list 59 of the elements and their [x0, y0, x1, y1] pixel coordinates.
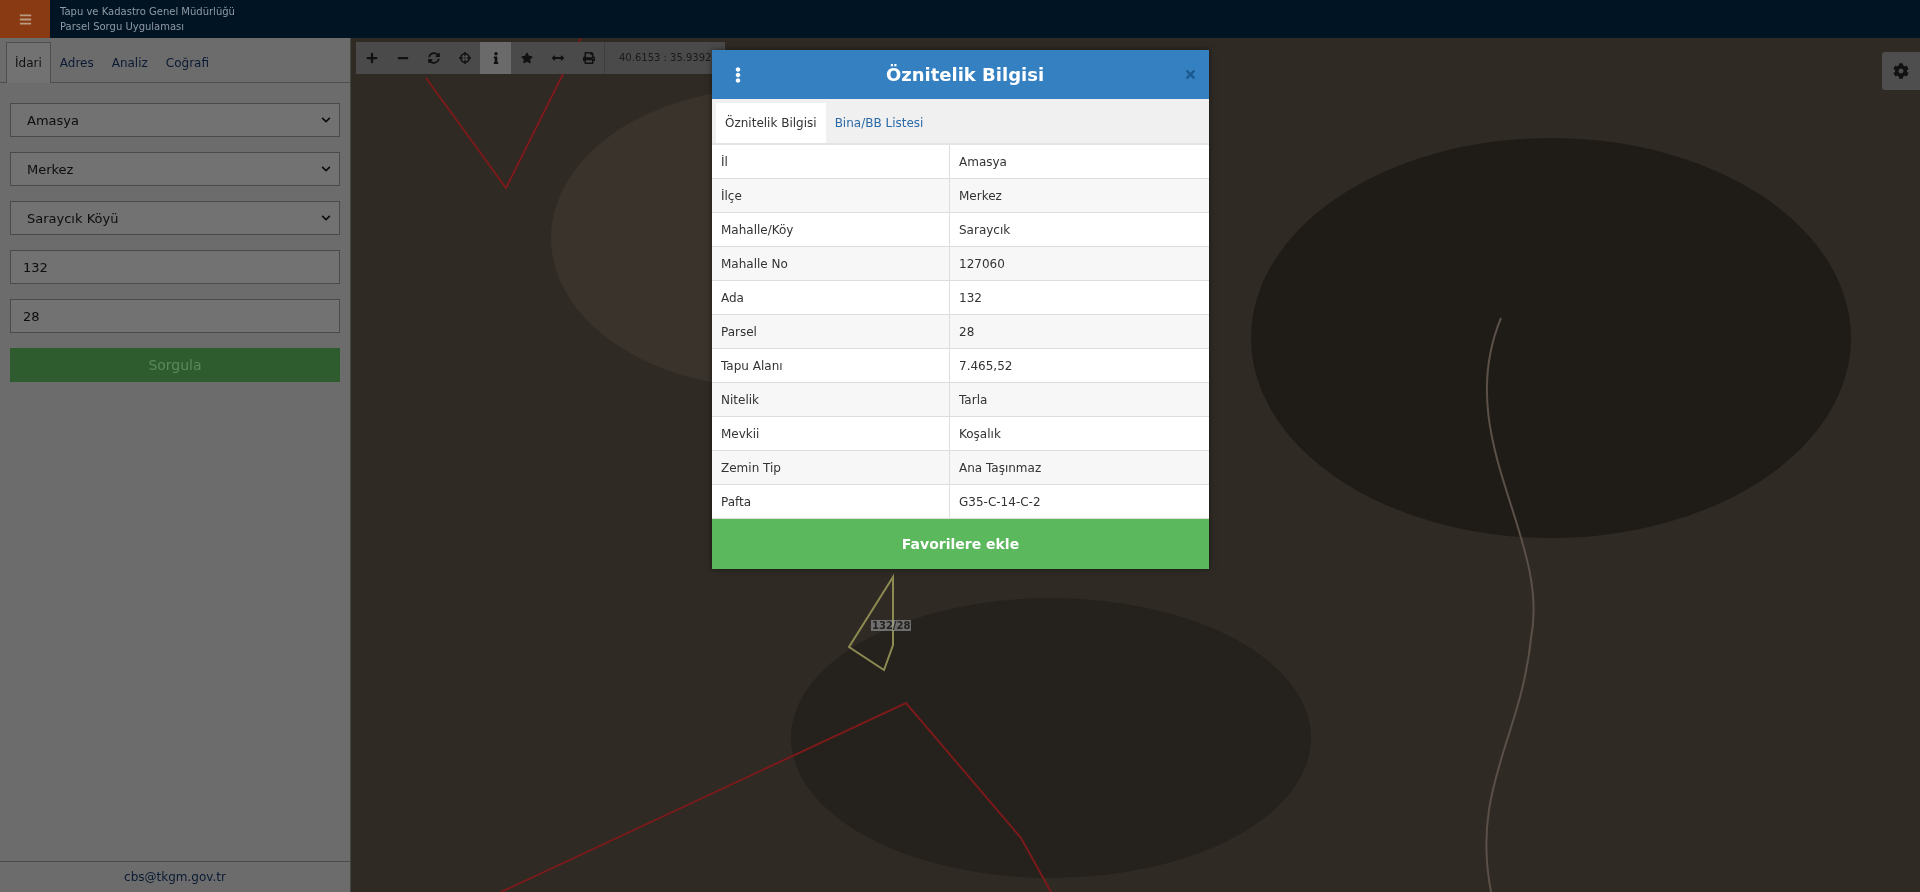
crosshair-icon [458, 52, 471, 64]
input-field[interactable]: 28 [10, 299, 340, 333]
refresh-icon [427, 52, 440, 64]
app-title: Parsel Sorgu Uygulaması [60, 20, 186, 34]
add-favorites-button[interactable]: Favorilere ekle [712, 519, 1209, 569]
plus-icon [365, 52, 378, 64]
attribute-value: 127060 [950, 247, 1209, 281]
settings-button[interactable] [1882, 52, 1920, 90]
dropdown-field[interactable]: Saraycık Köyü [10, 201, 340, 235]
attribute-label: Parsel [712, 315, 950, 349]
chevron-icon [321, 213, 331, 223]
attribute-label: İlçe [712, 179, 950, 213]
sidebar-tab[interactable]: İdari [6, 42, 51, 83]
app-title: Tapu ve Kadastro Genel Müdürlüğü [60, 5, 235, 19]
sidebar-tab[interactable]: Analiz [102, 42, 157, 83]
email-link[interactable]: cbs@tkgm.gov.tr [124, 870, 226, 884]
horizontal-arrow-icon [551, 52, 564, 64]
attribute-label: Mevkii [712, 417, 950, 451]
attribute-value: 132 [950, 281, 1209, 315]
attribute-value: G35-C-14-C-2 [950, 485, 1209, 519]
attribute-value: Tarla [950, 383, 1209, 417]
sidebar-tab[interactable]: Adres [50, 42, 103, 83]
attribute-label: Ada [712, 281, 950, 315]
sidebar-tab[interactable]: Coğrafi [156, 42, 219, 83]
attribute-label: Nitelik [712, 383, 950, 417]
parcel-label: 132/28 [871, 620, 912, 631]
attribute-label: Pafta [712, 485, 950, 519]
close-icon [1184, 68, 1197, 81]
attribute-value: 7.465,52 [950, 349, 1209, 383]
attribute-value: Koşalık [950, 417, 1209, 451]
attribute-label: Mahalle No [712, 247, 950, 281]
attribute-value: Saraycık [950, 213, 1209, 247]
input-field[interactable]: 132 [10, 250, 340, 284]
toolbar-button[interactable] [480, 42, 511, 74]
settings-icon [1893, 63, 1909, 79]
close-button[interactable] [1184, 68, 1197, 81]
attribute-label: Tapu Alanı [712, 349, 950, 383]
chevron-icon [321, 115, 331, 125]
menu-icon [18, 12, 32, 26]
dropdown-field[interactable]: Merkez [10, 152, 340, 186]
chevron-icon [321, 164, 331, 174]
attribute-label: Mahalle/Köy [712, 213, 950, 247]
attribute-value: Ana Taşınmaz [950, 451, 1209, 485]
attribute-value: 28 [950, 315, 1209, 349]
dialog-title: Öznitelik Bilgisi [885, 64, 1045, 85]
dropdown-field[interactable]: Amasya [10, 103, 340, 137]
attribute-label: İl [712, 145, 950, 179]
satellite-map[interactable] [351, 38, 1920, 892]
print-icon [582, 52, 595, 64]
menu-button[interactable] [0, 0, 50, 38]
attribute-label: Zemin Tip [712, 451, 950, 485]
attribute-value: Merkez [950, 179, 1209, 213]
dropdown-value: Merkez [27, 161, 74, 177]
dropdown-value: Amasya [27, 112, 79, 128]
attribute-value: Amasya [950, 145, 1209, 179]
dialog-tab[interactable]: Bina/BB Listesi [825, 103, 933, 143]
dialog-tab[interactable]: Öznitelik Bilgisi [716, 103, 826, 143]
dropdown-value: Saraycık Köyü [27, 210, 119, 226]
star-icon [520, 52, 533, 64]
